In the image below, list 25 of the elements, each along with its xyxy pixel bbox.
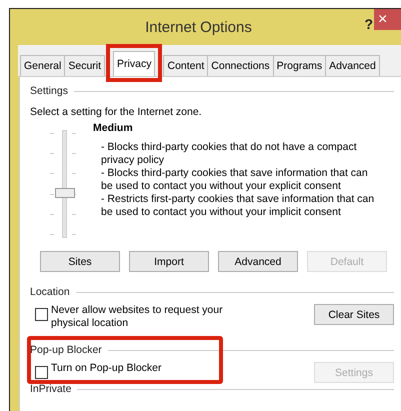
group-heading: Pop-up Blocker (30, 344, 102, 356)
window-title: Internet Options (145, 18, 252, 36)
tab[interactable]: Securit (64, 55, 106, 76)
group-heading: Location (30, 286, 70, 298)
tab[interactable]: Privacy (113, 51, 156, 76)
checkbox[interactable] (35, 366, 48, 379)
description-text: - Restricts first-party cookies that save information that can be used to contact you without your implicit consent (101, 193, 375, 219)
dialog-button[interactable]: Sites (40, 251, 120, 272)
tab[interactable]: Content (163, 55, 208, 76)
close-button[interactable]: × (374, 9, 401, 30)
description-text: - Blocks third-party cookies that save information that can be used to contact you without your explicit consent (101, 167, 369, 193)
dialog-button[interactable]: Import (129, 251, 209, 272)
dialog-button[interactable]: Advanced (218, 251, 298, 272)
checkbox-label: Never allow websites to request your physical location (51, 304, 224, 330)
group-heading: Settings (30, 85, 68, 97)
dialog-button[interactable]: Clear Sites (314, 304, 394, 325)
tab[interactable]: General (20, 55, 66, 76)
checkbox[interactable] (35, 308, 48, 321)
slider-thumb[interactable] (55, 188, 75, 198)
prompt-text: Select a setting for the Internet zone. (30, 106, 203, 118)
tab[interactable]: Advanced (325, 55, 380, 76)
level-name: Medium (93, 122, 134, 134)
description-text: - Blocks third-party cookies that do not have a compact privacy policy (101, 141, 358, 167)
group-heading: InPrivate (30, 383, 72, 395)
checkbox-label: Turn on Pop-up Blocker (51, 362, 162, 375)
